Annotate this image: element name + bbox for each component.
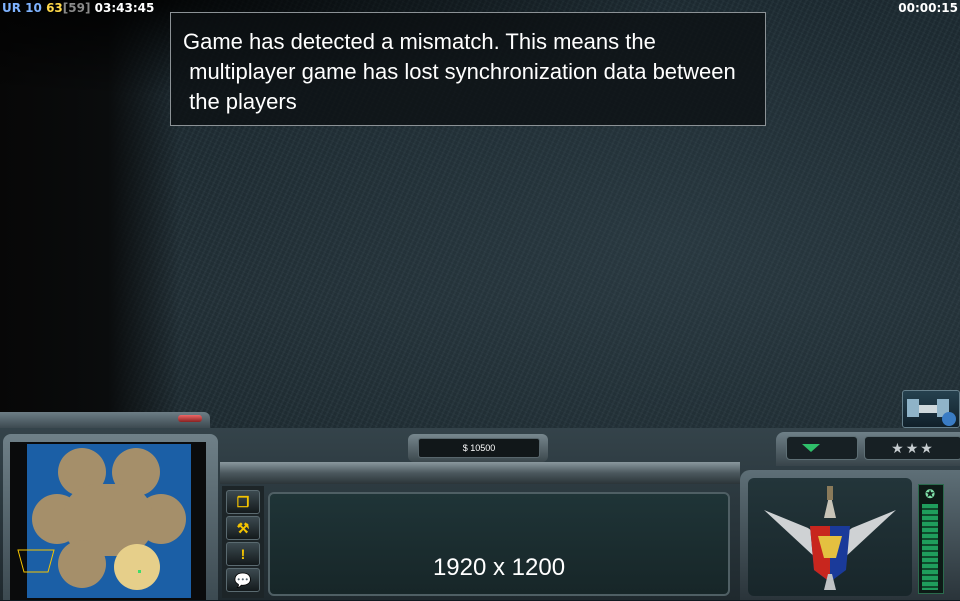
fps-counter: 63 bbox=[46, 1, 63, 15]
alert-button[interactable]: ! bbox=[226, 542, 260, 566]
faction-emblem-panel bbox=[748, 478, 912, 596]
faction-label: UR bbox=[2, 1, 21, 15]
power-star-icon: ✪ bbox=[924, 487, 936, 501]
rank-tab[interactable]: ★★★ bbox=[864, 436, 960, 460]
game-clock: 03:43:45 bbox=[94, 1, 155, 15]
mismatch-message-text: Game has detected a mismatch. This means… bbox=[183, 29, 736, 114]
windows-icon: ❐ bbox=[236, 494, 250, 510]
mission-timer: 00:00:15 bbox=[898, 1, 958, 15]
resolution-label: 1920 x 1200 bbox=[432, 554, 566, 581]
general-tab[interactable] bbox=[786, 436, 858, 460]
money-display: $ 10500 bbox=[418, 438, 540, 458]
unit-dot bbox=[138, 570, 141, 573]
camera-frustum-icon bbox=[17, 549, 55, 573]
player-base-marker bbox=[114, 544, 160, 590]
chat-button[interactable]: 💬 bbox=[226, 568, 260, 592]
debug-hud: UR 10 63[59] 03:43:45 bbox=[2, 1, 154, 15]
minimap-toggle-button[interactable] bbox=[178, 415, 202, 422]
satellite-power-button[interactable] bbox=[902, 390, 960, 428]
minimap-top-bar bbox=[0, 412, 210, 428]
panel-beam bbox=[220, 462, 740, 484]
build-queue-panel: 1920 x 1200 bbox=[268, 492, 730, 596]
mismatch-message-box: Game has detected a mismatch. This means… bbox=[170, 12, 766, 126]
alert-icon: ! bbox=[240, 546, 246, 562]
select-all-button[interactable]: ❐ bbox=[226, 490, 260, 514]
minimap[interactable] bbox=[10, 442, 206, 600]
satellite-icon bbox=[907, 399, 956, 426]
island-blob bbox=[58, 540, 106, 588]
power-meter: ✪ bbox=[918, 484, 944, 594]
repair-button[interactable]: ⚒ bbox=[226, 516, 260, 540]
faction-emblem-icon bbox=[764, 486, 896, 590]
command-sidebar: ❐ ⚒ ! 💬 bbox=[222, 486, 264, 598]
hud-value: 10 bbox=[25, 1, 42, 15]
fps-target: [59] bbox=[62, 1, 91, 15]
wrench-hammer-icon: ⚒ bbox=[236, 520, 250, 536]
power-level bbox=[922, 504, 938, 590]
expand-arrow-icon bbox=[802, 444, 820, 452]
chat-icon: 💬 bbox=[234, 572, 252, 588]
